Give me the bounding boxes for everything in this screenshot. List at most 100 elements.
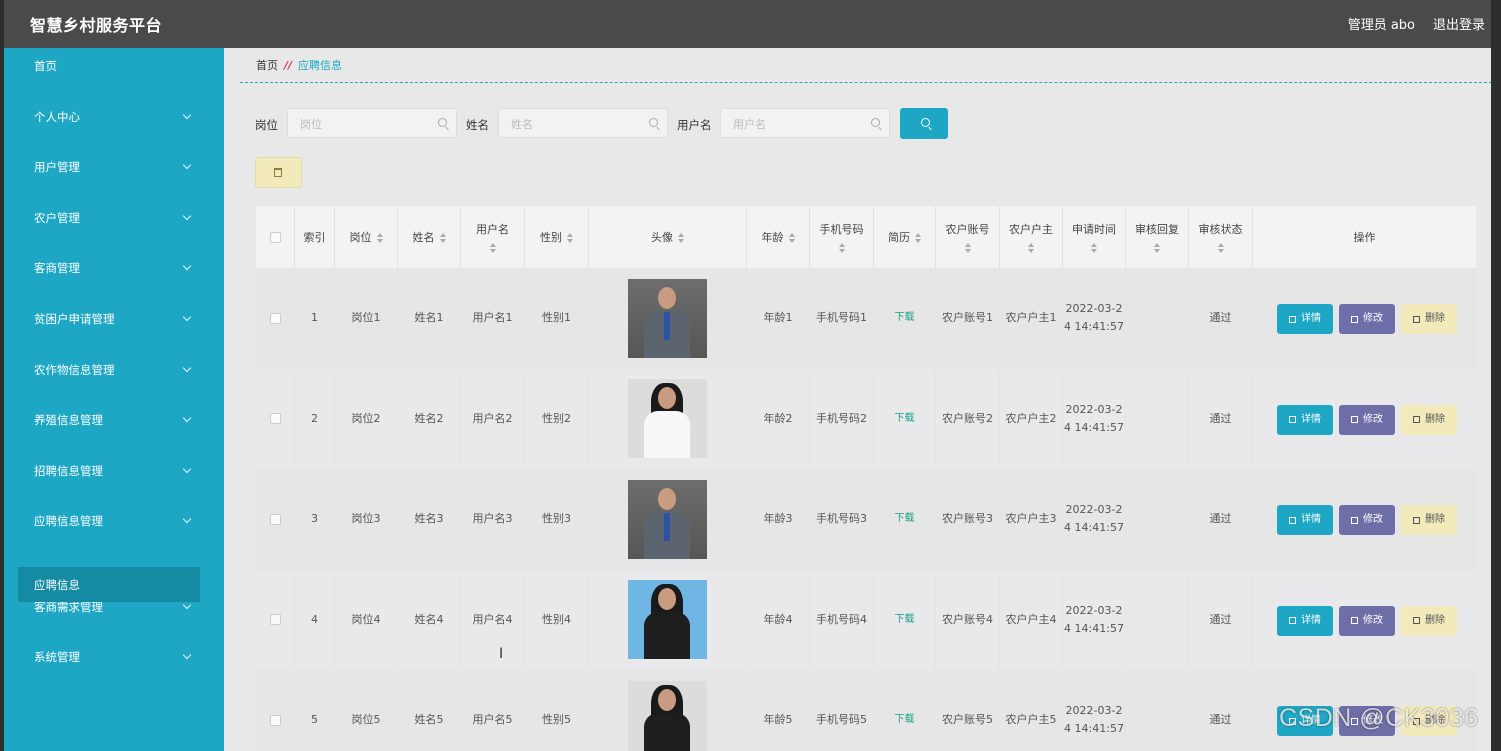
chevron-down-icon: [182, 261, 192, 271]
detail-button[interactable]: 详情: [1277, 304, 1333, 334]
delete-button[interactable]: 删除: [1401, 304, 1457, 334]
resume-download-link[interactable]: 下载: [895, 510, 915, 528]
cell-value: 姓名3: [414, 512, 444, 525]
detail-button[interactable]: 详情: [1277, 605, 1333, 636]
sort-icon[interactable]: [788, 233, 795, 243]
avatar[interactable]: [628, 479, 707, 559]
sort-icon[interactable]: [678, 233, 684, 243]
sort-icon[interactable]: [489, 243, 496, 253]
search-field-name: [498, 108, 668, 139]
search-button[interactable]: [900, 108, 948, 139]
column-header[interactable]: 农户户主: [1000, 206, 1063, 268]
search-input-post[interactable]: [288, 109, 432, 139]
table-cell: 2022-03-24 14:41:57: [1063, 268, 1126, 368]
sort-icon[interactable]: [439, 233, 446, 243]
sidebar-item[interactable]: 农作物信息管理: [4, 350, 224, 390]
sort-icon[interactable]: [376, 233, 383, 243]
breadcrumb-home[interactable]: 首页: [256, 59, 278, 72]
avatar[interactable]: [628, 278, 707, 358]
sort-icon[interactable]: [1028, 243, 1034, 253]
search-icon: [871, 118, 880, 127]
row-checkbox[interactable]: [269, 312, 281, 324]
sidebar-item[interactable]: 个人中心: [4, 97, 224, 137]
sort-icon[interactable]: [1091, 243, 1097, 253]
edit-button[interactable]: 修改: [1339, 404, 1395, 435]
sidebar-item-label: 养殖信息管理: [34, 413, 103, 427]
chevron-down-icon: [182, 160, 192, 170]
delete-button[interactable]: 删除: [1401, 404, 1457, 435]
sidebar-item[interactable]: 首页: [4, 46, 224, 86]
pencil-icon: [1351, 617, 1358, 624]
sidebar-item-label: 农作物信息管理: [34, 363, 115, 377]
sidebar-item[interactable]: 贫困户申请管理: [4, 299, 224, 339]
table-row: 3 岗位3 姓名3 用户名3 性别3 年龄3 手机号码3 下载 农户账号3 农户户主3 2022-0…: [256, 469, 1476, 570]
column-header[interactable]: 审核回复: [1126, 206, 1189, 268]
current-user: 管理员 abo: [1347, 18, 1415, 33]
table-cell: 通过: [1189, 569, 1253, 670]
sidebar-item[interactable]: 客商管理: [4, 248, 224, 288]
column-header[interactable]: 农户账号: [936, 206, 1000, 268]
row-checkbox[interactable]: [269, 614, 281, 625]
cell-value: 4: [311, 612, 318, 626]
table-cell: 下载: [874, 569, 936, 670]
resume-download-link[interactable]: 下载: [895, 611, 915, 629]
column-header[interactable]: 审核状态: [1189, 206, 1253, 268]
sort-icon[interactable]: [915, 233, 921, 243]
table-cell: 手机号码4: [810, 569, 874, 670]
sort-icon[interactable]: [964, 243, 971, 253]
column-header[interactable]: 用户名: [461, 206, 525, 268]
column-header[interactable]: 姓名: [398, 206, 461, 268]
search-input-username[interactable]: [721, 109, 865, 139]
sidebar-subitem-active[interactable]: 应聘信息: [18, 567, 200, 602]
column-header[interactable]: 年龄: [747, 206, 810, 268]
table-cell: [256, 569, 295, 670]
edit-button[interactable]: 修改: [1339, 605, 1395, 636]
row-checkbox[interactable]: [269, 413, 281, 424]
column-header[interactable]: 岗位: [335, 206, 398, 268]
sidebar-item[interactable]: 养殖信息管理: [4, 400, 224, 440]
column-header-label: 操作: [1353, 231, 1376, 244]
row-checkbox[interactable]: [269, 513, 281, 525]
detail-button[interactable]: 详情: [1277, 505, 1333, 535]
resume-download-link[interactable]: 下载: [895, 410, 915, 428]
column-header[interactable]: 头像: [589, 206, 747, 268]
delete-button[interactable]: 删除: [1401, 505, 1457, 535]
sidebar-item[interactable]: 招聘信息管理: [4, 451, 224, 491]
search-input-name[interactable]: [499, 109, 643, 139]
action-label: 详情: [1301, 514, 1321, 525]
sidebar-item[interactable]: 农户管理: [4, 198, 224, 238]
avatar[interactable]: [628, 580, 707, 659]
sidebar-subitem-label: 应聘信息: [34, 577, 80, 592]
resume-download-link[interactable]: 下载: [895, 711, 915, 729]
avatar[interactable]: [628, 680, 707, 751]
edit-button[interactable]: 修改: [1339, 304, 1395, 334]
sort-icon[interactable]: [1154, 243, 1160, 253]
avatar[interactable]: [628, 379, 707, 458]
sidebar-item[interactable]: 用户管理: [4, 147, 224, 187]
cell-value: 性别3: [542, 512, 571, 525]
logout-link[interactable]: 退出登录: [1433, 14, 1485, 33]
cell-value: 农户账号2: [942, 411, 993, 425]
table-cell: [256, 670, 295, 751]
sort-icon[interactable]: [1217, 243, 1224, 253]
edit-button[interactable]: 修改: [1339, 505, 1395, 535]
table-cell: 农户账号1: [936, 268, 1000, 368]
table-cell: [1126, 268, 1189, 368]
column-header[interactable]: 申请时间: [1063, 206, 1126, 268]
trash-icon: [1413, 516, 1420, 524]
detail-button[interactable]: 详情: [1277, 404, 1333, 435]
delete-button[interactable]: 删除: [1401, 605, 1457, 636]
select-all-checkbox[interactable]: [269, 231, 281, 243]
sidebar-item[interactable]: 应聘信息管理: [4, 501, 224, 541]
resume-download-link[interactable]: 下载: [895, 309, 915, 327]
sort-icon[interactable]: [838, 243, 845, 253]
batch-delete-button[interactable]: [255, 157, 302, 188]
column-header[interactable]: 简历: [874, 206, 936, 268]
row-checkbox[interactable]: [269, 714, 281, 726]
column-header-label: 农户户主: [1009, 223, 1053, 236]
sidebar-item[interactable]: 系统管理: [4, 637, 224, 677]
column-header-label: 年龄: [761, 231, 784, 244]
sort-icon[interactable]: [567, 233, 573, 243]
column-header[interactable]: 手机号码: [810, 206, 874, 268]
column-header[interactable]: 性别: [525, 206, 589, 268]
